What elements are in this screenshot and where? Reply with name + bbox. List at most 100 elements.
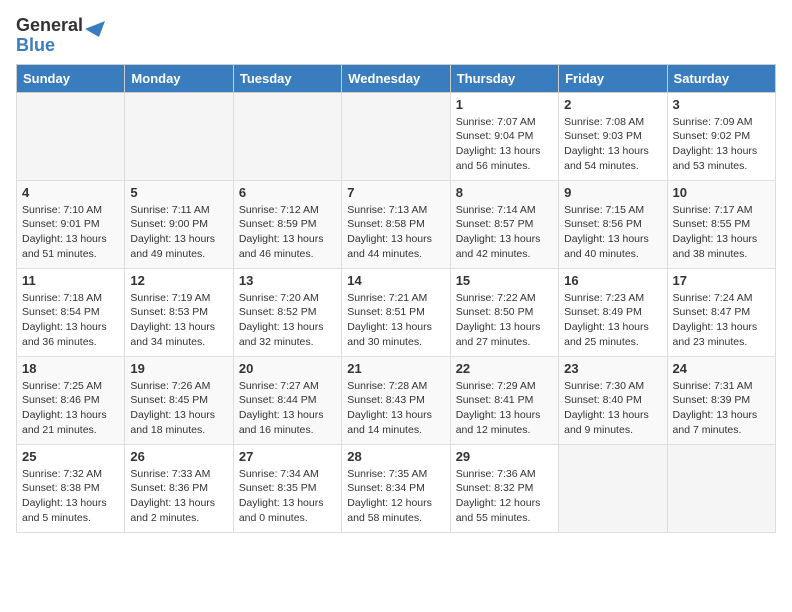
- day-info: Sunrise: 7:21 AMSunset: 8:51 PMDaylight:…: [347, 291, 444, 350]
- day-number: 27: [239, 449, 336, 464]
- weekday-header: Friday: [559, 64, 667, 92]
- calendar-cell: 27 Sunrise: 7:34 AMSunset: 8:35 PMDayligh…: [233, 444, 341, 532]
- calendar-cell: [342, 92, 450, 180]
- day-number: 9: [564, 185, 661, 200]
- day-number: 3: [673, 97, 770, 112]
- calendar-cell: 19 Sunrise: 7:26 AMSunset: 8:45 PMDayligh…: [125, 356, 233, 444]
- calendar-cell: 6 Sunrise: 7:12 AMSunset: 8:59 PMDaylight…: [233, 180, 341, 268]
- header: General Blue: [16, 16, 776, 56]
- calendar-cell: 8 Sunrise: 7:14 AMSunset: 8:57 PMDaylight…: [450, 180, 558, 268]
- calendar-cell: 1 Sunrise: 7:07 AMSunset: 9:04 PMDaylight…: [450, 92, 558, 180]
- day-info: Sunrise: 7:09 AMSunset: 9:02 PMDaylight:…: [673, 115, 770, 174]
- calendar-body: 1 Sunrise: 7:07 AMSunset: 9:04 PMDaylight…: [17, 92, 776, 532]
- day-info: Sunrise: 7:11 AMSunset: 9:00 PMDaylight:…: [130, 203, 227, 262]
- day-number: 17: [673, 273, 770, 288]
- day-info: Sunrise: 7:12 AMSunset: 8:59 PMDaylight:…: [239, 203, 336, 262]
- calendar-cell: 22 Sunrise: 7:29 AMSunset: 8:41 PMDayligh…: [450, 356, 558, 444]
- calendar-cell: [125, 92, 233, 180]
- day-info: Sunrise: 7:14 AMSunset: 8:57 PMDaylight:…: [456, 203, 553, 262]
- day-number: 2: [564, 97, 661, 112]
- calendar-week-row: 18 Sunrise: 7:25 AMSunset: 8:46 PMDayligh…: [17, 356, 776, 444]
- day-info: Sunrise: 7:31 AMSunset: 8:39 PMDaylight:…: [673, 379, 770, 438]
- day-info: Sunrise: 7:18 AMSunset: 8:54 PMDaylight:…: [22, 291, 119, 350]
- calendar-week-row: 1 Sunrise: 7:07 AMSunset: 9:04 PMDaylight…: [17, 92, 776, 180]
- calendar-week-row: 25Sunrise: 7:32 AMSunset: 8:38 PMDayligh…: [17, 444, 776, 532]
- calendar-cell: 14 Sunrise: 7:21 AMSunset: 8:51 PMDayligh…: [342, 268, 450, 356]
- calendar-cell: 4 Sunrise: 7:10 AMSunset: 9:01 PMDaylight…: [17, 180, 125, 268]
- calendar-cell: [667, 444, 775, 532]
- day-number: 5: [130, 185, 227, 200]
- calendar-cell: [233, 92, 341, 180]
- day-number: 12: [130, 273, 227, 288]
- day-info: Sunrise: 7:28 AMSunset: 8:43 PMDaylight:…: [347, 379, 444, 438]
- weekday-header: Monday: [125, 64, 233, 92]
- calendar-cell: 3 Sunrise: 7:09 AMSunset: 9:02 PMDaylight…: [667, 92, 775, 180]
- logo-bird-icon: [85, 21, 105, 51]
- day-number: 6: [239, 185, 336, 200]
- day-number: 28: [347, 449, 444, 464]
- calendar-week-row: 4 Sunrise: 7:10 AMSunset: 9:01 PMDaylight…: [17, 180, 776, 268]
- calendar-cell: 9 Sunrise: 7:15 AMSunset: 8:56 PMDaylight…: [559, 180, 667, 268]
- calendar-cell: 21 Sunrise: 7:28 AMSunset: 8:43 PMDayligh…: [342, 356, 450, 444]
- weekday-header: Thursday: [450, 64, 558, 92]
- calendar-week-row: 11 Sunrise: 7:18 AMSunset: 8:54 PMDayligh…: [17, 268, 776, 356]
- calendar-cell: 24 Sunrise: 7:31 AMSunset: 8:39 PMDayligh…: [667, 356, 775, 444]
- day-number: 23: [564, 361, 661, 376]
- day-info: Sunrise: 7:24 AMSunset: 8:47 PMDaylight:…: [673, 291, 770, 350]
- day-number: 18: [22, 361, 119, 376]
- day-number: 19: [130, 361, 227, 376]
- day-number: 21: [347, 361, 444, 376]
- logo: General Blue: [16, 16, 105, 56]
- logo-text-block: General Blue: [16, 16, 83, 56]
- weekday-header: Sunday: [17, 64, 125, 92]
- calendar-cell: 20Sunrise: 7:27 AMSunset: 8:44 PMDayligh…: [233, 356, 341, 444]
- day-info: Sunrise: 7:35 AMSunset: 8:34 PMDaylight:…: [347, 467, 444, 526]
- calendar-cell: 10Sunrise: 7:17 AMSunset: 8:55 PMDayligh…: [667, 180, 775, 268]
- day-info: Sunrise: 7:07 AMSunset: 9:04 PMDaylight:…: [456, 115, 553, 174]
- day-number: 22: [456, 361, 553, 376]
- day-info: Sunrise: 7:30 AMSunset: 8:40 PMDaylight:…: [564, 379, 661, 438]
- weekday-header: Tuesday: [233, 64, 341, 92]
- calendar-table: SundayMondayTuesdayWednesdayThursdayFrid…: [16, 64, 776, 533]
- calendar-cell: 13 Sunrise: 7:20 AMSunset: 8:52 PMDayligh…: [233, 268, 341, 356]
- day-number: 10: [673, 185, 770, 200]
- day-number: 4: [22, 185, 119, 200]
- day-info: Sunrise: 7:32 AMSunset: 8:38 PMDaylight:…: [22, 467, 119, 526]
- weekday-header: Saturday: [667, 64, 775, 92]
- day-info: Sunrise: 7:20 AMSunset: 8:52 PMDaylight:…: [239, 291, 336, 350]
- day-info: Sunrise: 7:34 AMSunset: 8:35 PMDaylight:…: [239, 467, 336, 526]
- calendar-cell: 5 Sunrise: 7:11 AMSunset: 9:00 PMDaylight…: [125, 180, 233, 268]
- calendar-cell: 2 Sunrise: 7:08 AMSunset: 9:03 PMDaylight…: [559, 92, 667, 180]
- calendar-cell: 28 Sunrise: 7:35 AMSunset: 8:34 PMDayligh…: [342, 444, 450, 532]
- calendar-header: SundayMondayTuesdayWednesdayThursdayFrid…: [17, 64, 776, 92]
- day-number: 24: [673, 361, 770, 376]
- day-info: Sunrise: 7:27 AMSunset: 8:44 PMDaylight:…: [239, 379, 336, 438]
- day-info: Sunrise: 7:26 AMSunset: 8:45 PMDaylight:…: [130, 379, 227, 438]
- logo-blue-text: Blue: [16, 35, 55, 55]
- calendar-cell: 26Sunrise: 7:33 AMSunset: 8:36 PMDayligh…: [125, 444, 233, 532]
- day-info: Sunrise: 7:22 AMSunset: 8:50 PMDaylight:…: [456, 291, 553, 350]
- day-info: Sunrise: 7:23 AMSunset: 8:49 PMDaylight:…: [564, 291, 661, 350]
- day-number: 11: [22, 273, 119, 288]
- day-info: Sunrise: 7:29 AMSunset: 8:41 PMDaylight:…: [456, 379, 553, 438]
- day-number: 1: [456, 97, 553, 112]
- day-info: Sunrise: 7:19 AMSunset: 8:53 PMDaylight:…: [130, 291, 227, 350]
- calendar-cell: 17 Sunrise: 7:24 AMSunset: 8:47 PMDayligh…: [667, 268, 775, 356]
- logo-general-text: General: [16, 15, 83, 35]
- day-number: 14: [347, 273, 444, 288]
- calendar-cell: 29Sunrise: 7:36 AMSunset: 8:32 PMDayligh…: [450, 444, 558, 532]
- day-number: 13: [239, 273, 336, 288]
- calendar-cell: 25Sunrise: 7:32 AMSunset: 8:38 PMDayligh…: [17, 444, 125, 532]
- calendar-cell: [17, 92, 125, 180]
- day-number: 8: [456, 185, 553, 200]
- day-info: Sunrise: 7:25 AMSunset: 8:46 PMDaylight:…: [22, 379, 119, 438]
- calendar-cell: [559, 444, 667, 532]
- weekday-header: Wednesday: [342, 64, 450, 92]
- calendar-cell: 12 Sunrise: 7:19 AMSunset: 8:53 PMDayligh…: [125, 268, 233, 356]
- calendar-cell: 11 Sunrise: 7:18 AMSunset: 8:54 PMDayligh…: [17, 268, 125, 356]
- day-number: 29: [456, 449, 553, 464]
- calendar-cell: 16Sunrise: 7:23 AMSunset: 8:49 PMDayligh…: [559, 268, 667, 356]
- day-info: Sunrise: 7:08 AMSunset: 9:03 PMDaylight:…: [564, 115, 661, 174]
- day-info: Sunrise: 7:15 AMSunset: 8:56 PMDaylight:…: [564, 203, 661, 262]
- day-info: Sunrise: 7:10 AMSunset: 9:01 PMDaylight:…: [22, 203, 119, 262]
